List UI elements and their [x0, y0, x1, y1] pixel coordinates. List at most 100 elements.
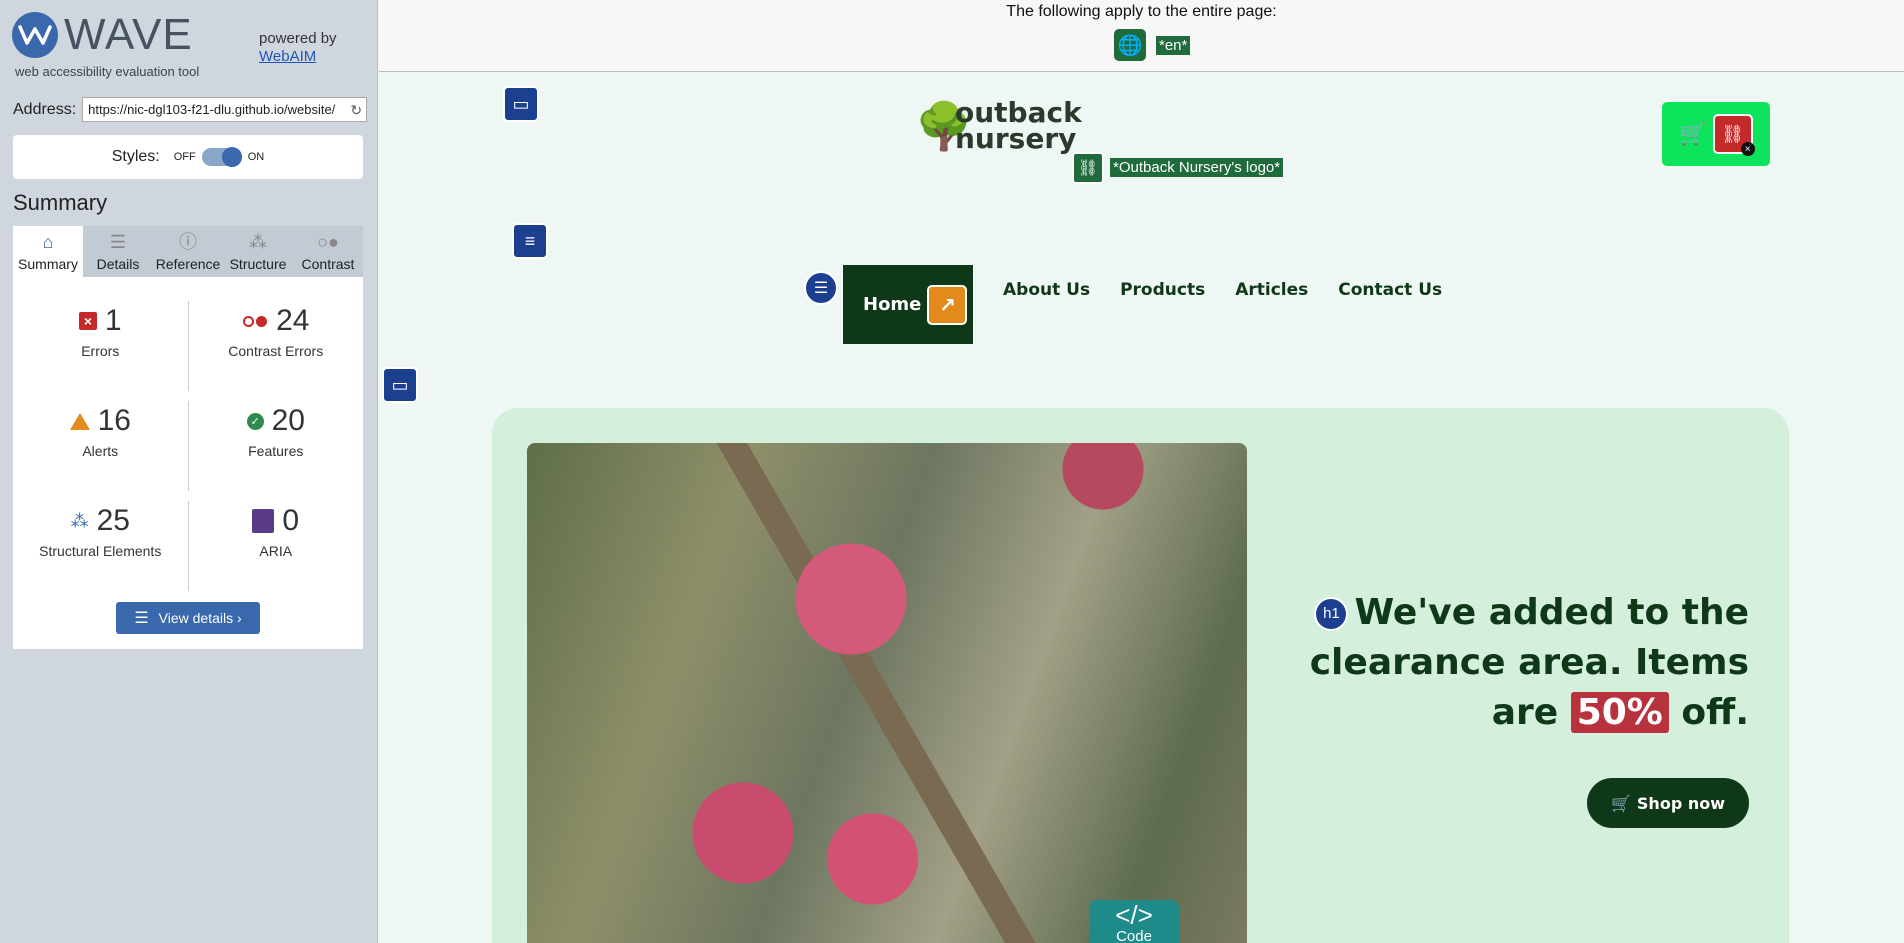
main-region-icon[interactable]: ▭: [382, 367, 418, 403]
powered-by-text: powered by: [259, 30, 337, 47]
styles-on-label: ON: [247, 151, 265, 163]
discount-badge: 50%: [1570, 692, 1669, 733]
alert-icon: [69, 412, 90, 430]
info-icon: ⓘ: [179, 232, 197, 252]
nav-contact-us[interactable]: Contact Us: [1338, 280, 1442, 300]
address-label: Address:: [13, 100, 77, 118]
summary-panel: × 1 Errors 24 Contrast Errors 16 Alerts ✓…: [13, 277, 363, 649]
tab-label: Summary: [18, 256, 78, 272]
cart-icon: 🛒: [1679, 121, 1707, 146]
nav-products[interactable]: Products: [1120, 280, 1205, 300]
tab-label: Contrast: [301, 256, 355, 272]
banner-text: The following apply to the entire page:: [1006, 3, 1277, 20]
tab-label: Reference: [155, 256, 221, 272]
site-nav: Home ↗ About Us Products Articles Contac…: [843, 265, 1442, 344]
hero-heading-end: off.: [1681, 692, 1749, 733]
structural-label: Structural Elements: [39, 543, 162, 559]
hero-heading: h1 We've added to the clearance area. Ite…: [1289, 588, 1749, 738]
home-icon: ⌂: [42, 232, 54, 252]
wave-sidebar: WAVE web accessibility evaluation tool p…: [0, 0, 378, 943]
code-label: Code: [1116, 928, 1152, 943]
view-details-label: View details ›: [158, 610, 242, 626]
wave-tagline: web accessibility evaluation tool: [15, 64, 200, 79]
wave-logo: WAVE: [12, 12, 193, 58]
styles-off-label: OFF: [173, 151, 196, 163]
logo-alt-text: *Outback Nursery's logo*: [1110, 158, 1284, 177]
styles-toggle[interactable]: [201, 147, 242, 167]
site-logo[interactable]: 🌳 outback nursery: [915, 97, 1082, 155]
errors-label: Errors: [81, 343, 120, 359]
list-icon: ☰: [134, 610, 149, 627]
structural-count: 25: [96, 504, 130, 537]
list-icon: ☰: [109, 232, 127, 252]
address-value: https://nic-dgl103-f21-dlu.github.io/web…: [88, 102, 336, 117]
banner-icons: 🌐 *en*: [1114, 29, 1191, 61]
code-icon: </>: [1115, 900, 1153, 930]
language-globe-icon[interactable]: 🌐: [1114, 29, 1146, 61]
contrast-error-icon: [242, 315, 268, 327]
code-toggle-button[interactable]: </> Code: [1089, 900, 1179, 943]
stat-contrast-errors[interactable]: 24 Contrast Errors: [189, 301, 364, 401]
aria-icon: [252, 509, 275, 533]
errors-count: 1: [104, 304, 122, 337]
tab-reference[interactable]: ⓘ Reference: [153, 226, 223, 277]
redundant-link-alert-icon[interactable]: ↗: [927, 284, 968, 325]
stat-alerts[interactable]: 16 Alerts: [13, 401, 189, 491]
cart-icon: 🛒: [1610, 793, 1631, 813]
stat-errors[interactable]: × 1 Errors: [13, 301, 189, 391]
panel-tabs: ⌂ Summary ☰ Details ⓘ Reference ⁂ Struct…: [13, 226, 363, 277]
header-region-icon[interactable]: ▭: [503, 86, 539, 122]
reload-icon[interactable]: ↻: [350, 102, 362, 119]
nav-home-label: Home: [863, 294, 922, 315]
stat-grid: × 1 Errors 24 Contrast Errors 16 Alerts ✓…: [13, 301, 363, 601]
tab-structure[interactable]: ⁂ Structure: [223, 226, 293, 277]
feature-check-icon: ✓: [246, 412, 264, 430]
address-input[interactable]: https://nic-dgl103-f21-dlu.github.io/web…: [82, 97, 368, 122]
powered-by: powered by WebAIM: [259, 30, 337, 66]
address-bar: Address: https://nic-dgl103-f21-dlu.gith…: [13, 97, 368, 122]
nav-home[interactable]: Home ↗: [843, 265, 973, 344]
tab-details[interactable]: ☰ Details: [83, 226, 153, 277]
styles-label: Styles:: [111, 148, 160, 165]
stat-structural[interactable]: ⁂ 25 Structural Elements: [13, 501, 189, 591]
wave-logo-word: WAVE: [64, 10, 193, 59]
close-icon: ×: [1740, 142, 1755, 156]
webaim-link[interactable]: WebAIM: [259, 48, 316, 65]
summary-heading: Summary: [13, 190, 108, 215]
alerts-label: Alerts: [82, 443, 119, 459]
logo-line-2: nursery: [955, 122, 1077, 155]
language-tag: *en*: [1156, 35, 1191, 55]
tab-summary[interactable]: ⌂ Summary: [13, 226, 83, 277]
stat-aria[interactable]: 0 ARIA: [189, 501, 364, 601]
styles-toggle-box: Styles: OFF ON: [13, 135, 363, 179]
hero-flower-image: [527, 443, 1247, 943]
alerts-count: 16: [97, 404, 131, 437]
stat-features[interactable]: ✓ 20 Features: [189, 401, 364, 501]
contrast-errors-label: Contrast Errors: [228, 343, 324, 359]
empty-link-error-icon[interactable]: ⛓ ×: [1712, 114, 1755, 156]
aria-count: 0: [282, 504, 300, 537]
error-icon: ×: [78, 312, 97, 330]
structure-icon: ⁂: [70, 510, 89, 531]
shop-now-button[interactable]: 🛒 Shop now: [1587, 778, 1749, 828]
navigation-region-icon[interactable]: ≡: [512, 223, 548, 259]
tab-label: Details: [96, 256, 140, 272]
h1-icon[interactable]: h1: [1314, 597, 1349, 631]
tree-logo-icon: 🌳: [915, 100, 973, 152]
tab-contrast[interactable]: ○● Contrast: [293, 226, 363, 277]
nav-about-us[interactable]: About Us: [1003, 280, 1090, 300]
features-count: 20: [271, 404, 305, 437]
view-details-button[interactable]: ☰ View details ›: [116, 602, 260, 634]
cart-button[interactable]: 🛒 ⛓ ×: [1662, 102, 1770, 166]
aria-label: ARIA: [259, 543, 293, 559]
list-icon[interactable]: ☰: [804, 271, 838, 305]
nav-articles[interactable]: Articles: [1235, 280, 1308, 300]
toggle-knob: [221, 147, 242, 167]
shop-now-label: Shop now: [1636, 793, 1725, 813]
tab-label: Structure: [229, 256, 287, 272]
linked-image-alt-icon[interactable]: ⛓: [1072, 152, 1104, 184]
contrast-icon: ○●: [317, 232, 339, 252]
contrast-errors-count: 24: [276, 304, 310, 337]
wave-logo-icon: [12, 12, 58, 58]
page-level-banner: The following apply to the entire page: …: [379, 0, 1904, 72]
